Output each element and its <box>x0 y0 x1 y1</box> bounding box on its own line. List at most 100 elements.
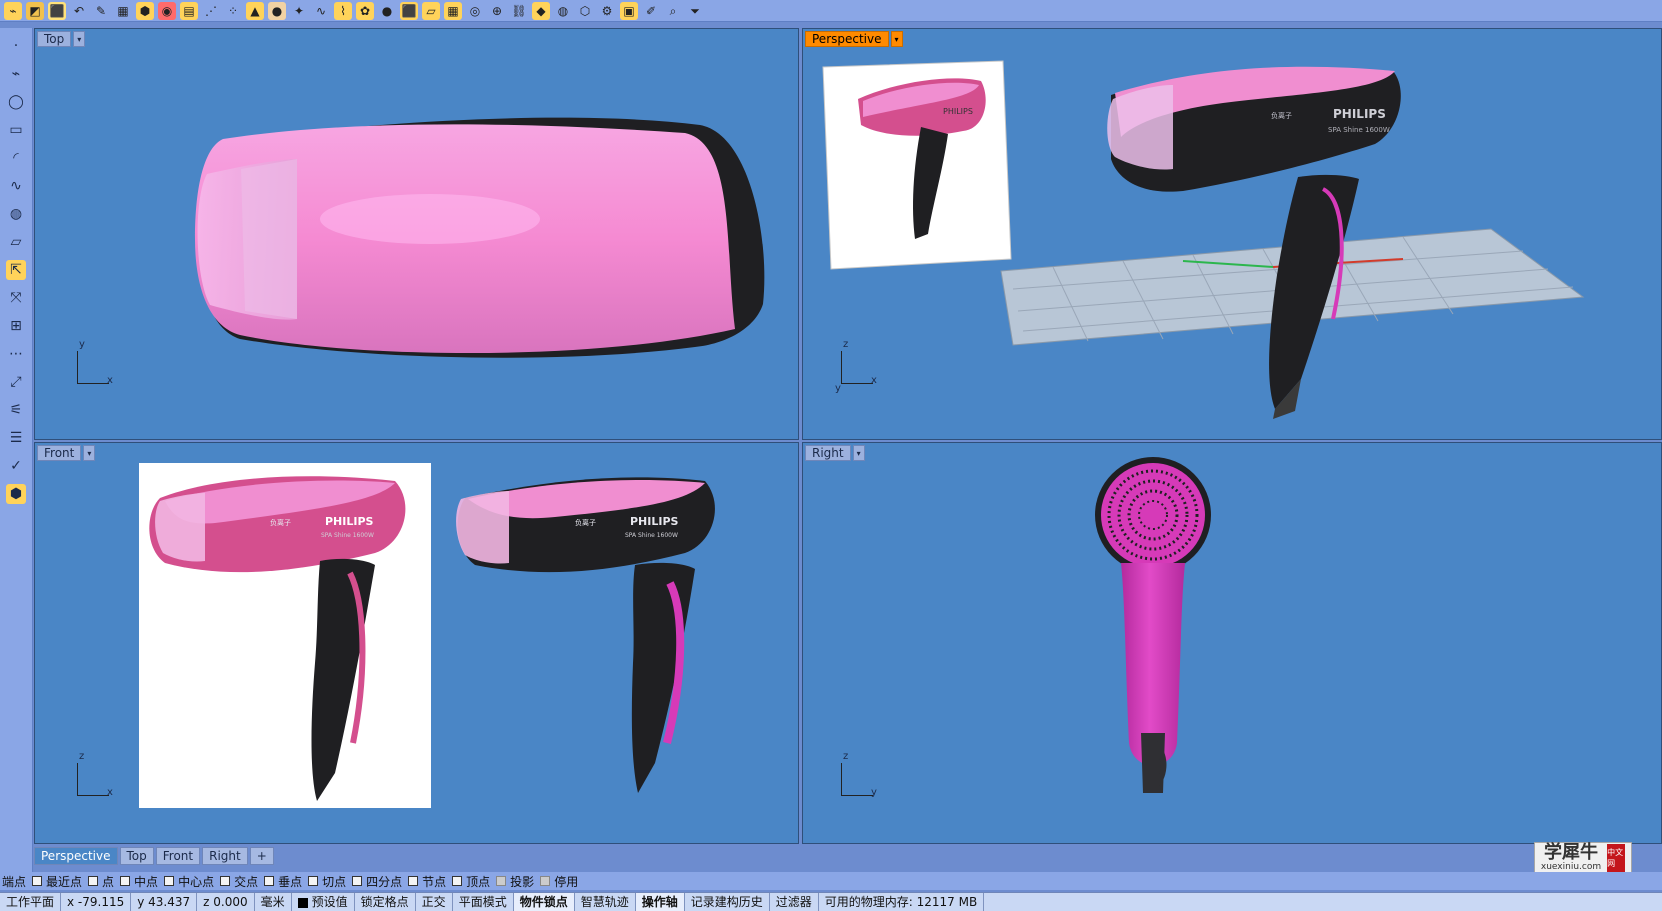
checkbox[interactable] <box>540 876 551 886</box>
osnap-item[interactable]: 最近点 <box>32 873 82 890</box>
tab-right[interactable]: Right <box>202 847 248 865</box>
perspective-scene: PHILIPS PHILIPS SPA Shine 1600W 负离子 <box>822 60 1585 419</box>
checkbox[interactable] <box>120 876 131 886</box>
move-icon[interactable]: ⤧ <box>6 288 26 308</box>
checkbox[interactable] <box>496 876 507 886</box>
color-icon[interactable]: ◉ <box>158 1 176 20</box>
osnap-item[interactable]: 垂点 <box>264 873 302 890</box>
checkbox[interactable] <box>220 876 231 886</box>
osnap-item[interactable]: 切点 <box>308 873 346 890</box>
undo-icon[interactable]: ↶ <box>70 2 88 20</box>
grid-icon[interactable]: ▦ <box>114 2 132 20</box>
object-snap-bar: 端点 最近点 点 中点 中心点 交点 垂点 切点 四分点 节点 顶点 投影 停用 <box>0 872 1662 890</box>
checkbox[interactable] <box>308 876 319 886</box>
status-layer[interactable]: 预设值 <box>292 893 355 911</box>
status-planar[interactable]: 平面模式 <box>453 893 514 911</box>
stack-icon[interactable]: ▣ <box>620 1 638 20</box>
points-icon[interactable]: ⁘ <box>224 2 242 20</box>
transform-icon[interactable]: ⤢ <box>6 372 26 392</box>
checkbox[interactable] <box>32 876 43 886</box>
plane-icon[interactable]: ▱ <box>422 1 440 20</box>
status-x: x -79.115 <box>61 893 132 911</box>
tab-front[interactable]: Front <box>155 847 201 865</box>
osnap-endpoint-label[interactable]: 端点 <box>2 873 26 890</box>
check-icon[interactable]: ✓ <box>6 456 26 476</box>
osnap-item[interactable]: 点 <box>88 873 114 890</box>
osnap-item[interactable]: 中点 <box>120 873 158 890</box>
wire-icon[interactable]: ⚟ <box>6 400 26 420</box>
status-osnap[interactable]: 物件锁点 <box>513 893 575 911</box>
filter-icon[interactable]: ⏷ <box>686 2 704 20</box>
sphere-tool-icon[interactable]: ◍ <box>6 204 26 224</box>
checkbox[interactable] <box>264 876 275 886</box>
zoom-icon[interactable]: ⌕ <box>664 2 682 20</box>
status-history[interactable]: 记录建构历史 <box>685 893 770 911</box>
status-smarttrack[interactable]: 智慧轨迹 <box>575 893 636 911</box>
rectangle-icon[interactable]: ▭ <box>6 120 26 140</box>
layers-icon[interactable]: ☰ <box>6 428 26 448</box>
pen-icon[interactable]: ✎ <box>92 2 110 20</box>
array-icon[interactable]: ⋯ <box>6 344 26 364</box>
status-ortho[interactable]: 正交 <box>416 893 453 911</box>
circle-icon[interactable]: ◯ <box>6 92 26 112</box>
select-icon[interactable]: ◩ <box>26 1 44 20</box>
checkbox[interactable] <box>408 876 419 886</box>
cube-icon[interactable]: ⬛ <box>48 1 66 20</box>
spiral-icon[interactable]: ◎ <box>466 2 484 20</box>
spark-icon[interactable]: ✦ <box>290 2 308 20</box>
tab-top[interactable]: Top <box>119 847 154 865</box>
dots-icon[interactable]: ⋰ <box>202 2 220 20</box>
checkbox[interactable] <box>452 876 463 886</box>
checkbox[interactable] <box>164 876 175 886</box>
checkbox[interactable] <box>88 876 99 886</box>
curve-icon[interactable]: ∿ <box>312 2 330 20</box>
cube2-icon[interactable]: ⬡ <box>576 2 594 20</box>
viewport-top[interactable]: Top ▾ y x <box>34 28 799 440</box>
status-cplane[interactable]: 工作平面 <box>0 893 62 911</box>
status-grid-snap[interactable]: 锁定格点 <box>355 893 416 911</box>
brush2-icon[interactable]: ✐ <box>642 2 660 20</box>
osnap-item[interactable]: 节点 <box>408 873 446 890</box>
paint-icon[interactable]: ◆ <box>532 1 550 20</box>
target-icon[interactable]: ⊕ <box>488 2 506 20</box>
layer-icon[interactable]: ▤ <box>180 1 198 20</box>
polyline-icon[interactable]: ⌁ <box>6 64 26 84</box>
extrude-icon[interactable]: ⇱ <box>6 260 26 280</box>
box-icon[interactable]: ⬢ <box>136 1 154 20</box>
settings-icon[interactable]: ⚙ <box>598 2 616 20</box>
osnap-item[interactable]: 交点 <box>220 873 258 890</box>
status-gumball[interactable]: 操作轴 <box>635 893 685 911</box>
status-filter[interactable]: 过滤器 <box>770 893 819 911</box>
osnap-item[interactable]: 停用 <box>540 873 578 890</box>
chain-icon[interactable]: ⛓ <box>510 2 528 20</box>
curve-tool-icon[interactable]: ∿ <box>6 176 26 196</box>
checkbox[interactable] <box>352 876 363 886</box>
viewport-right[interactable]: Right ▾ z y <box>802 442 1662 844</box>
osnap-item[interactable]: 投影 <box>496 873 534 890</box>
brush-icon[interactable]: ⌇ <box>334 1 352 20</box>
palette-icon[interactable]: ✿ <box>356 1 374 20</box>
grid2-icon[interactable]: ▦ <box>444 1 462 20</box>
status-z: z 0.000 <box>197 893 255 911</box>
status-units[interactable]: 毫米 <box>255 893 292 911</box>
osnap-item[interactable]: 四分点 <box>352 873 402 890</box>
globe-icon[interactable]: ◍ <box>554 2 572 20</box>
card-brand: PHILIPS <box>943 107 973 116</box>
osnap-item[interactable]: 中心点 <box>164 873 214 890</box>
shape-icon[interactable]: ▲ <box>246 1 264 20</box>
snap-icon[interactable]: ⌁ <box>4 1 22 20</box>
tab-perspective[interactable]: Perspective <box>34 847 118 865</box>
scale-icon[interactable]: ⊞ <box>6 316 26 336</box>
black-sphere-icon[interactable]: ● <box>378 2 396 20</box>
osnap-item[interactable]: 顶点 <box>452 873 490 890</box>
surface-icon[interactable]: ▱ <box>6 232 26 252</box>
box2-icon[interactable]: ⬛ <box>400 1 418 20</box>
viewport-front[interactable]: Front ▾ PHILIPS SPA Shine 1600W 负离子 PHIL… <box>34 442 799 844</box>
axis-indicator: y x <box>77 339 113 386</box>
viewport-perspective[interactable]: Perspective ▾ PHILIPS PHILIPS SPA Shine … <box>802 28 1662 440</box>
add-tab-button[interactable]: + <box>249 847 274 865</box>
paint-tool-icon[interactable]: ⬢ <box>6 484 26 504</box>
sphere-icon[interactable]: ● <box>268 1 286 20</box>
point-icon[interactable]: · <box>6 36 26 56</box>
arc-icon[interactable]: ◜ <box>6 148 26 168</box>
